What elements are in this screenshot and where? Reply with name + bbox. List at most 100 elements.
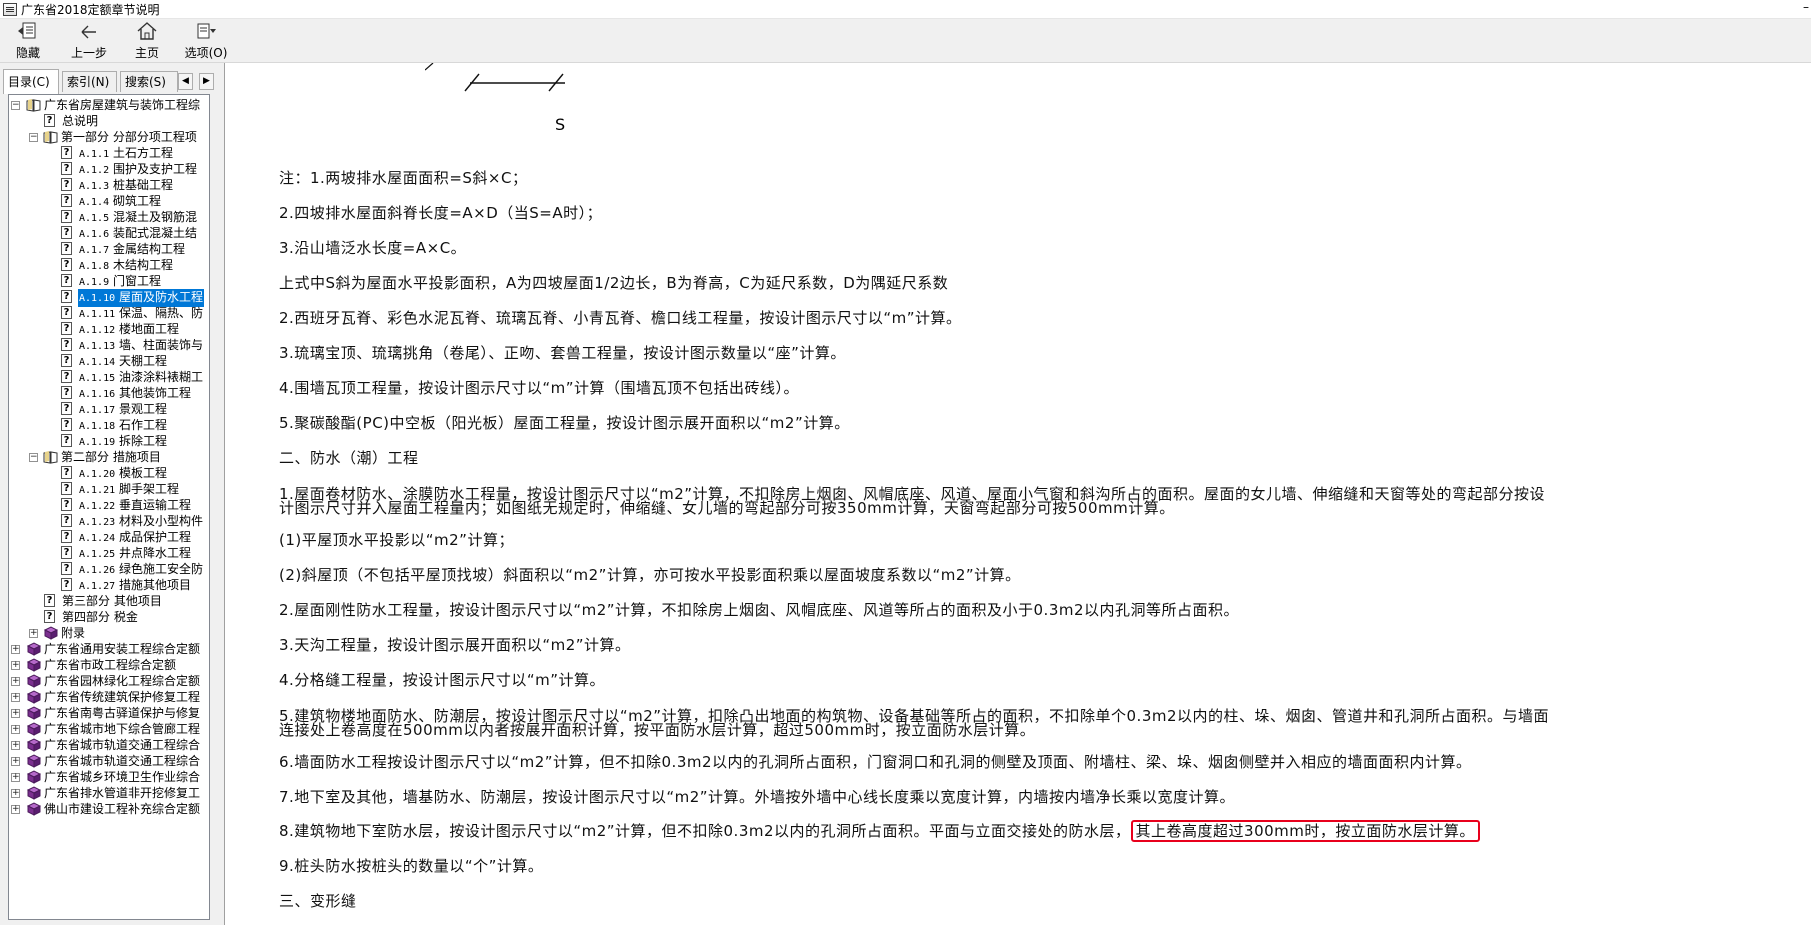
tree-item-label: 佛山市建设工程补充综合定额	[44, 802, 201, 816]
tree-item-label: 广东省园林绿化工程综合定额	[44, 674, 201, 688]
back-arrow-icon	[81, 25, 96, 39]
tree-item-label: 广东省南粤古驿道保护与修复	[44, 706, 201, 720]
help-page-icon: ?	[61, 466, 72, 479]
expand-toggle-icon[interactable]: +	[11, 789, 20, 798]
expand-toggle-icon[interactable]: +	[11, 693, 20, 702]
tree-item-name: 脚手架工程	[118, 482, 179, 496]
help-page-icon: ?	[61, 386, 72, 399]
help-page-icon: ?	[61, 514, 72, 527]
help-page-icon: ?	[61, 226, 72, 239]
content-paragraph: 上式中S斜为屋面水平投影面积，A为四坡屋面1/2边长，B为脊高，C为延尺系数，D…	[279, 274, 949, 292]
tree-item-label: 广东省通用安装工程综合定额	[44, 642, 201, 656]
help-page-icon: ?	[44, 594, 55, 607]
closed-book-icon	[26, 754, 42, 768]
tree-item-code: A.1.6	[79, 229, 110, 240]
tab-search[interactable]: 搜索(S)	[120, 71, 178, 92]
content-paragraph: 3.天沟工程量，按设计图示展开面积以“m2”计算。	[279, 636, 631, 654]
tree-item-label: 第三部分 其他项目	[62, 594, 162, 608]
figure-label: S	[555, 115, 566, 134]
tree-item-name: 井点降水工程	[118, 546, 191, 560]
tree-item-label: 广东省市政工程综合定额	[44, 658, 177, 672]
help-page-icon: ?	[61, 482, 72, 495]
tree-item-name: 屋面及防水工程	[118, 290, 203, 304]
content-paragraph: 计图示尺寸并入屋面工程量内；如图纸无规定时，伸缩缝、女儿墙的弯起部分可按350m…	[279, 499, 1175, 517]
collapse-toggle-icon[interactable]: −	[11, 101, 20, 110]
content-paragraph: 3.沿山墙泛水长度=A×C。	[279, 239, 467, 257]
content-paragraph: 2.屋面刚性防水工程量，按设计图示尺寸以“m2”计算，不扣除房上烟囱、风帽底座、…	[279, 601, 1240, 619]
tree-item-code: A.1.16	[79, 389, 116, 400]
expand-toggle-icon[interactable]: +	[11, 725, 20, 734]
content-area: S 注：1.两坡排水屋面面积=S斜×C； 2.四坡排水屋面斜脊长度=A×D（当S=…	[225, 63, 1811, 925]
collapse-toggle-icon[interactable]: −	[29, 453, 38, 462]
tree-item-code: A.1.18	[79, 421, 116, 432]
help-page-icon: ?	[61, 418, 72, 431]
tree-item-code: A.1.5	[79, 213, 110, 224]
tree-item-name: 装配式混凝土结	[112, 226, 197, 240]
expand-toggle-icon[interactable]: +	[11, 709, 20, 718]
expand-toggle-icon[interactable]: +	[11, 645, 20, 654]
content-paragraph: 6.墙面防水工程按设计图示尺寸以“m2”计算，但不扣除0.3m2以内的孔洞所占面…	[279, 753, 1472, 771]
tree-item-code: A.1.2	[79, 165, 110, 176]
collapse-toggle-icon[interactable]: −	[29, 133, 38, 142]
tree-item-name: 措施其他项目	[118, 578, 191, 592]
closed-book-icon	[26, 706, 42, 720]
tree-item-code: A.1.25	[79, 549, 116, 560]
options-button[interactable]: 选项(O)	[183, 21, 229, 61]
hide-button[interactable]: 隐藏	[12, 21, 44, 61]
tree-item-label: 广东省排水管道非开挖修复工	[44, 786, 201, 800]
home-icon	[137, 22, 157, 40]
tab-scroll-left[interactable]: ◀	[178, 73, 193, 90]
help-page-icon: ?	[61, 274, 72, 287]
contents-tree[interactable]: − 广东省房屋建筑与装饰工程综? 总说明 − 第一部分 分部分项工程项? A.1.1 土石…	[8, 94, 210, 920]
tree-item-name: 景观工程	[118, 402, 167, 416]
expand-toggle-icon[interactable]: +	[29, 629, 38, 638]
home-button[interactable]: 主页	[132, 21, 162, 61]
content-paragraph: 2.四坡排水屋面斜脊长度=A×D（当S=A时）；	[279, 204, 603, 222]
tree-item-name: 楼地面工程	[118, 322, 179, 336]
help-page-icon: ?	[44, 114, 55, 127]
expand-toggle-icon[interactable]: +	[11, 677, 20, 686]
tab-index[interactable]: 索引(N)	[62, 71, 117, 92]
tree-item-code: A.1.24	[79, 533, 116, 544]
expand-toggle-icon[interactable]: +	[11, 661, 20, 670]
expand-toggle-icon[interactable]: +	[11, 757, 20, 766]
help-page-icon: ?	[61, 578, 72, 591]
tree-item-label: 总说明	[62, 114, 99, 128]
expand-toggle-icon[interactable]: +	[11, 805, 20, 814]
section-heading: 三、变形缝	[279, 892, 357, 910]
help-page-icon: ?	[61, 562, 72, 575]
tree-item-name: 成品保护工程	[118, 530, 191, 544]
highlighted-text: 其上卷高度超过300mm时，按立面防水层计算。	[1130, 820, 1480, 842]
tab-scroll-right[interactable]: ▶	[199, 73, 214, 90]
roof-figure	[425, 63, 565, 92]
help-page-icon: ?	[61, 258, 72, 271]
help-page-icon: ?	[61, 338, 72, 351]
content-paragraph: 5.聚碳酸酯(PC)中空板（阳光板）屋面工程量，按设计图示展开面积以“m2”计算…	[279, 414, 850, 432]
tree-item-code: A.1.17	[79, 405, 116, 416]
tab-contents[interactable]: 目录(C)	[3, 69, 59, 94]
help-page-icon: ?	[61, 290, 72, 303]
tree-item-code: A.1.15	[79, 373, 116, 384]
open-book-icon	[43, 450, 58, 464]
content-paragraph: 连接处上卷高度在500mm以内者按展开面积计算，按平面防水层计算，超过500mm…	[279, 721, 1036, 739]
back-label: 上一步	[70, 46, 107, 60]
content-paragraph: 9.桩头防水按桩头的数量以“个”计算。	[279, 857, 544, 875]
tree-item-label: 附录	[61, 626, 86, 640]
window-title: 广东省2018定额章节说明	[21, 2, 160, 17]
tree-item-code: A.1.21	[79, 485, 116, 496]
help-page-icon: ?	[44, 610, 55, 623]
home-label: 主页	[134, 46, 159, 60]
closed-book-icon	[26, 770, 42, 784]
back-button[interactable]: 上一步	[68, 21, 110, 61]
content-paragraph: (2)斜屋顶（不包括平屋顶找坡）斜面积以“m2”计算，亦可按水平投影面积乘以屋面…	[279, 566, 1021, 584]
expand-toggle-icon[interactable]: +	[11, 741, 20, 750]
tree-item-code: A.1.19	[79, 437, 116, 448]
tree-item-code: A.1.14	[79, 357, 116, 368]
tree-item-label: 第二部分 措施项目	[61, 450, 161, 464]
tree-item-name: 桩基础工程	[112, 178, 173, 192]
tree-item-label: 第一部分 分部分项工程项	[61, 130, 197, 144]
tree-item-name: 金属结构工程	[112, 242, 185, 256]
minimize-button[interactable]: –	[1803, 0, 1809, 14]
expand-toggle-icon[interactable]: +	[11, 773, 20, 782]
help-page-icon: ?	[61, 322, 72, 335]
